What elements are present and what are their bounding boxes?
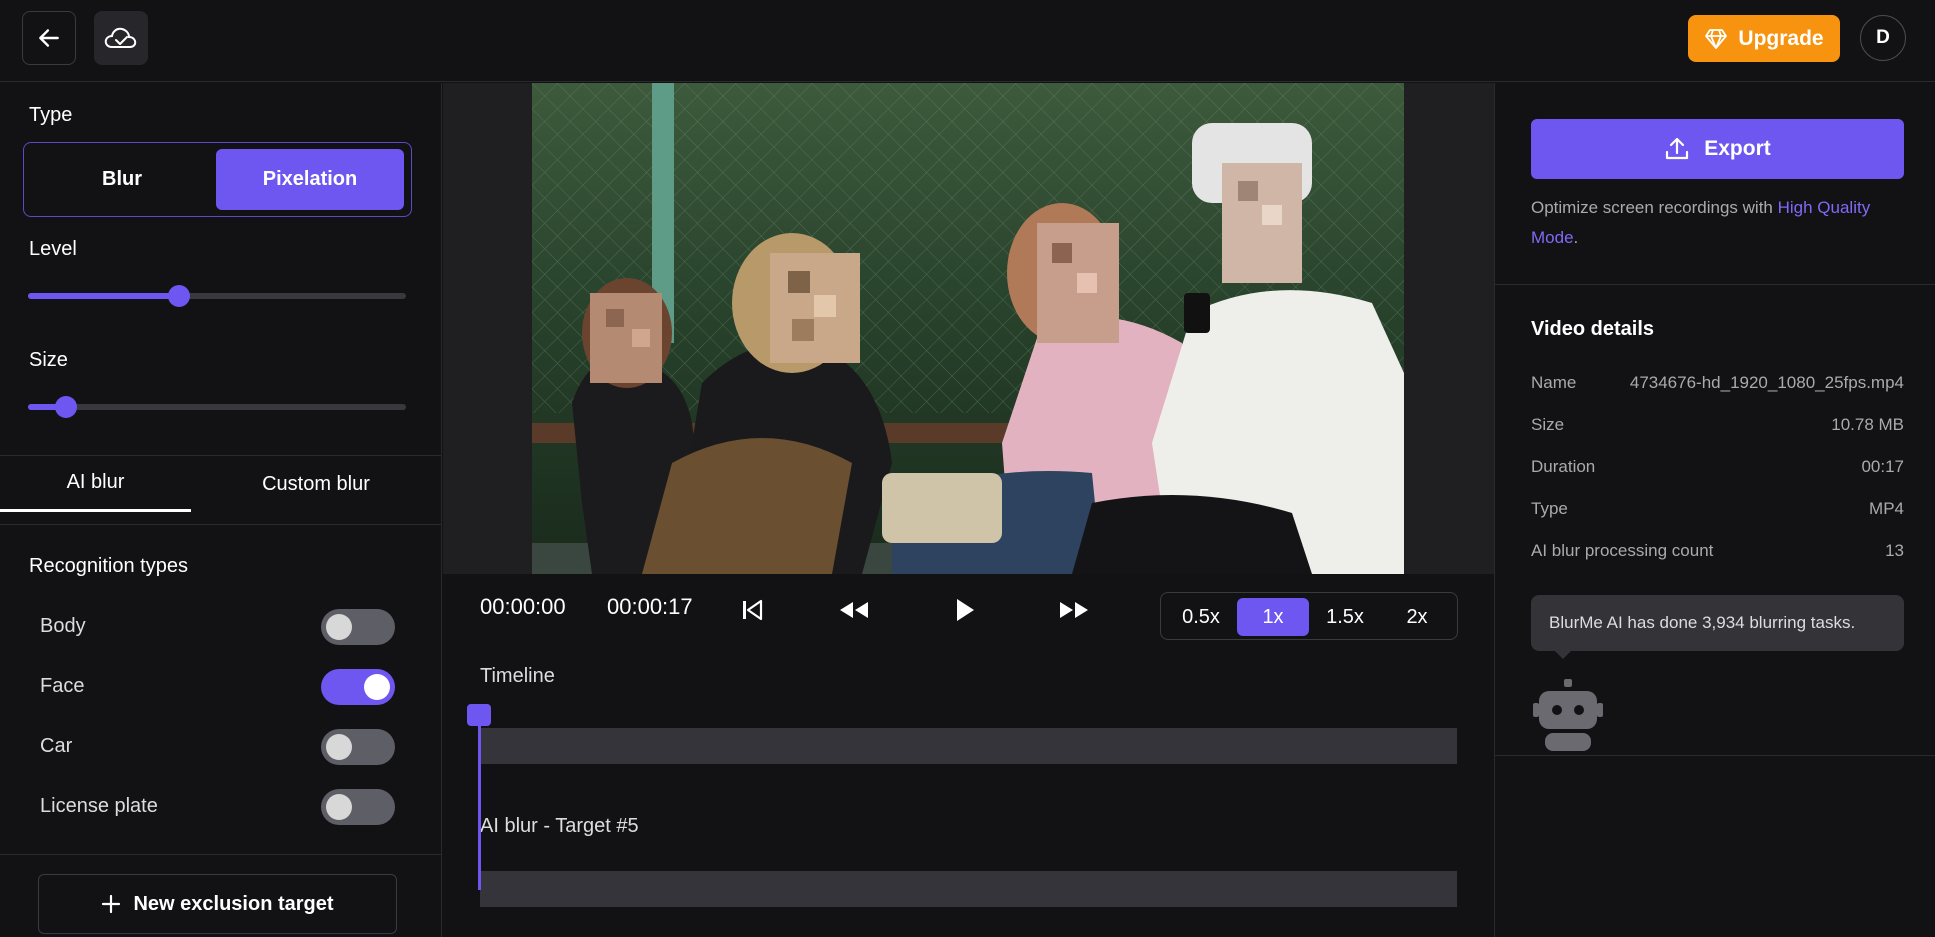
- ai-blur-track-label: AI blur - Target #5: [480, 815, 639, 837]
- export-label: Export: [1704, 137, 1771, 160]
- optimize-hint: Optimize screen recordings with High Qua…: [1531, 193, 1911, 253]
- editor-center: 00:00:00 00:00:17 0.5x 1x 1.5x 2x Timeli…: [443, 83, 1494, 937]
- toggle-knob: [326, 614, 352, 640]
- timeline-label: Timeline: [480, 665, 555, 687]
- toggle-knob: [326, 734, 352, 760]
- speed-option-1x[interactable]: 1x: [1237, 598, 1309, 636]
- arrow-left-icon: [39, 29, 59, 47]
- body-toggle[interactable]: [321, 609, 395, 645]
- upgrade-button[interactable]: Upgrade: [1688, 15, 1840, 62]
- top-bar: Upgrade D: [0, 0, 1935, 82]
- recognition-row-car: Car: [40, 729, 395, 765]
- rewind-icon: [840, 602, 868, 618]
- recognition-row-license-plate: License plate: [40, 789, 395, 825]
- detail-key: Type: [1531, 499, 1568, 518]
- new-exclusion-label: New exclusion target: [133, 892, 334, 915]
- detail-value: 13: [1885, 541, 1904, 560]
- player-controls: 00:00:00 00:00:17 0.5x 1x 1.5x 2x: [443, 574, 1494, 654]
- divider: [1495, 755, 1935, 756]
- size-heading: Size: [29, 349, 68, 371]
- export-button[interactable]: Export: [1531, 119, 1904, 179]
- avatar[interactable]: D: [1860, 15, 1906, 61]
- detail-key: Duration: [1531, 457, 1596, 476]
- optimize-suffix: .: [1573, 228, 1579, 247]
- optimize-text: Optimize screen recordings with: [1531, 198, 1778, 217]
- level-slider-handle[interactable]: [168, 285, 191, 307]
- divider: [0, 524, 442, 525]
- cloud-check-icon: [104, 27, 137, 48]
- detail-value: 4734676-hd_1920_1080_25fps.mp4: [1629, 373, 1904, 392]
- detail-value: 00:17: [1861, 457, 1904, 476]
- playback-speed-selector: 0.5x 1x 1.5x 2x: [1160, 592, 1458, 640]
- detail-row-size: Size 10.78 MB: [1531, 415, 1904, 439]
- skip-to-start-button[interactable]: [734, 592, 770, 628]
- level-slider[interactable]: [28, 285, 406, 307]
- level-heading: Level: [29, 238, 77, 260]
- type-heading: Type: [29, 104, 73, 126]
- face-toggle[interactable]: [321, 669, 395, 705]
- detail-row-duration: Duration 00:17: [1531, 457, 1904, 481]
- license-plate-toggle[interactable]: [321, 789, 395, 825]
- video-frame[interactable]: [532, 83, 1404, 574]
- timeline-track[interactable]: [480, 728, 1457, 764]
- detail-value: MP4: [1869, 499, 1904, 518]
- recognition-row-face: Face: [40, 669, 395, 705]
- settings-panel: Type Blur Pixelation Level Size AI blur …: [0, 83, 442, 937]
- toggle-knob: [364, 674, 390, 700]
- level-slider-fill: [28, 293, 180, 299]
- detail-value: 10.78 MB: [1831, 415, 1904, 434]
- tooltip-tail: [1553, 649, 1573, 659]
- fast-forward-icon: [1060, 602, 1088, 618]
- recognition-label: Face: [40, 675, 85, 697]
- recognition-label: Body: [40, 615, 86, 637]
- divider: [1495, 284, 1935, 285]
- cloud-save-button[interactable]: [94, 11, 148, 65]
- export-panel: Export Optimize screen recordings with H…: [1494, 83, 1935, 937]
- video-details-heading: Video details: [1531, 318, 1655, 340]
- detail-row-type: Type MP4: [1531, 499, 1904, 523]
- detail-key: Name: [1531, 373, 1577, 392]
- tab-custom-blur[interactable]: Custom blur: [191, 456, 441, 512]
- play-icon: [957, 599, 974, 621]
- speed-option-2x[interactable]: 2x: [1381, 598, 1453, 636]
- recognition-label: Car: [40, 735, 73, 757]
- speed-option-0-5x[interactable]: 0.5x: [1165, 598, 1237, 636]
- recognition-row-body: Body: [40, 609, 395, 645]
- video-duration: 00:00:17: [607, 594, 693, 619]
- tab-ai-blur[interactable]: AI blur: [0, 456, 191, 512]
- toggle-knob: [326, 794, 352, 820]
- speed-option-1-5x[interactable]: 1.5x: [1309, 598, 1381, 636]
- rewind-button[interactable]: [836, 592, 872, 628]
- diamond-icon: [1705, 28, 1728, 49]
- playhead-handle[interactable]: [467, 704, 491, 726]
- divider: [0, 854, 442, 855]
- detail-key: Size: [1531, 415, 1565, 434]
- car-toggle[interactable]: [321, 729, 395, 765]
- recognition-types-heading: Recognition types: [29, 555, 188, 577]
- upload-icon: [1666, 137, 1689, 160]
- detail-row-ai-blur-count: AI blur processing count 13: [1531, 541, 1904, 565]
- type-toggle: Blur Pixelation: [23, 142, 412, 217]
- detail-row-name: Name 4734676-hd_1920_1080_25fps.mp4: [1531, 373, 1904, 397]
- recognition-label: License plate: [40, 795, 158, 817]
- playhead-line: [478, 708, 481, 890]
- detail-key: AI blur processing count: [1531, 541, 1714, 560]
- upgrade-label: Upgrade: [1738, 26, 1824, 50]
- robot-icon: [1533, 679, 1603, 756]
- size-slider[interactable]: [28, 396, 406, 418]
- play-button[interactable]: [946, 592, 982, 628]
- plus-icon: [102, 894, 121, 914]
- back-button[interactable]: [22, 11, 76, 65]
- new-exclusion-target-button[interactable]: New exclusion target: [38, 874, 397, 934]
- size-slider-handle[interactable]: [54, 396, 77, 418]
- type-pixelation-option[interactable]: Pixelation: [216, 149, 404, 210]
- fast-forward-button[interactable]: [1056, 592, 1092, 628]
- video-frame-image: [532, 83, 1404, 574]
- type-blur-option[interactable]: Blur: [28, 149, 216, 210]
- video-preview-area: [443, 83, 1494, 574]
- ai-blur-target-track[interactable]: [480, 871, 1457, 907]
- skip-back-icon: [743, 599, 763, 621]
- current-time: 00:00:00: [480, 594, 566, 619]
- ai-stats-tooltip: BlurMe AI has done 3,934 blurring tasks.: [1531, 595, 1904, 651]
